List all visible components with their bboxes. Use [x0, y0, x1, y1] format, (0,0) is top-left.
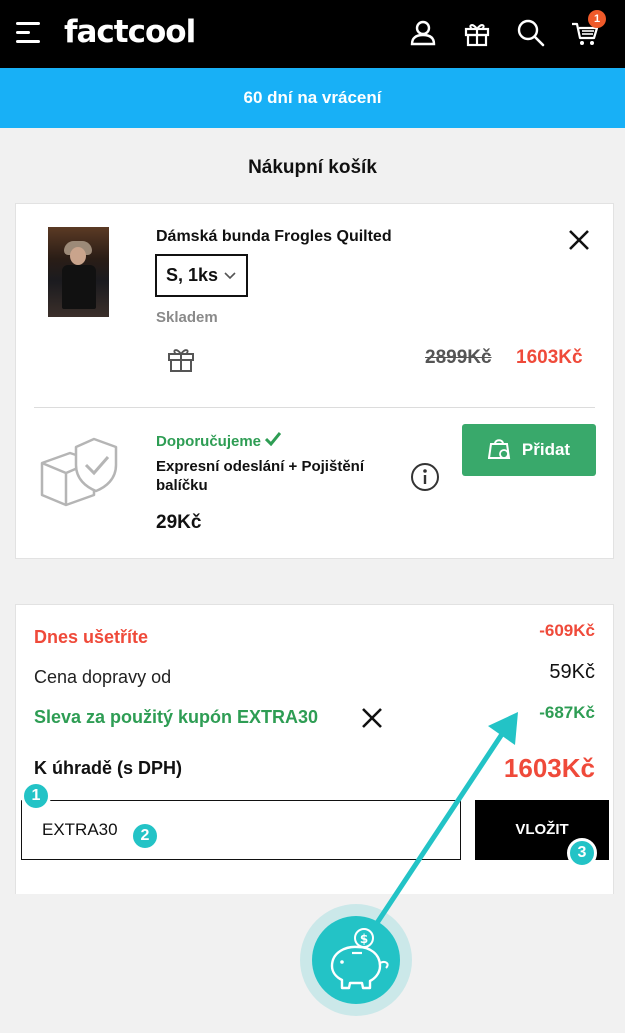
savings-value: -609Kč: [539, 621, 595, 640]
product-name[interactable]: Dámská bunda Frogles Quilted: [156, 228, 392, 246]
cart-count-badge: 1: [588, 10, 606, 28]
gift-wrap-icon[interactable]: [166, 344, 196, 374]
checkmark-icon: [265, 432, 282, 446]
piggy-bank-badge: $: [300, 904, 412, 1016]
search-icon[interactable]: [516, 18, 546, 48]
add-to-cart-icon: [487, 439, 511, 459]
total-label: K úhradě (s DPH): [34, 758, 183, 778]
page-title: Nákupní košík: [0, 128, 625, 202]
svg-text:$: $: [360, 932, 368, 946]
add-recommendation-button[interactable]: Přidat: [462, 424, 596, 476]
piggy-bank-icon: $: [330, 928, 389, 990]
shipping-label: Cena dopravy od: [34, 667, 172, 687]
shipping-value: 59Kč: [549, 661, 595, 683]
original-price: 2899Kč: [425, 347, 492, 368]
insured-package-icon: [40, 437, 118, 507]
promo-banner[interactable]: 60 dní na vrácení: [0, 68, 625, 128]
remove-item-icon[interactable]: [567, 228, 591, 252]
menu-icon[interactable]: [16, 22, 42, 44]
account-icon[interactable]: [408, 18, 438, 48]
order-summary-card: Dnes ušetříte -609Kč Cena dopravy od 59K…: [15, 604, 614, 894]
product-image[interactable]: [48, 227, 109, 317]
remove-coupon-icon[interactable]: [361, 707, 383, 729]
size-quantity-value: S, 1ks: [166, 265, 219, 285]
step-badge-1: 1: [21, 781, 51, 811]
coupon-code-input[interactable]: EXTRA30: [21, 800, 461, 860]
top-navigation-bar: factcool 1: [0, 0, 625, 68]
recommendation-price: 29Kč: [156, 512, 202, 533]
divider: [34, 407, 595, 408]
savings-label: Dnes ušetříte: [34, 627, 149, 647]
step-badge-2: 2: [130, 821, 160, 851]
recommendation-title: Expresní odeslání + Pojištění balíčku: [156, 458, 364, 494]
chevron-down-icon: [224, 272, 236, 280]
factcool-logo[interactable]: factcool: [64, 14, 196, 50]
recommendation-label: Doporučujeme: [156, 432, 282, 450]
add-button-label: Přidat: [521, 440, 571, 459]
size-quantity-select[interactable]: S, 1ks: [155, 254, 248, 297]
step-badge-3: 3: [567, 838, 597, 868]
gift-icon[interactable]: [462, 18, 492, 48]
coupon-discount-label: Sleva za použitý kupón EXTRA30: [34, 707, 319, 727]
sale-price: 1603Kč: [516, 347, 583, 368]
cart-item-card: Dámská bunda Frogles Quilted S, 1ks Skla…: [15, 203, 614, 559]
coupon-discount-value: -687Kč: [539, 703, 595, 722]
info-icon[interactable]: [410, 462, 440, 492]
stock-status: Skladem: [156, 309, 218, 326]
total-value: 1603Kč: [503, 753, 595, 783]
